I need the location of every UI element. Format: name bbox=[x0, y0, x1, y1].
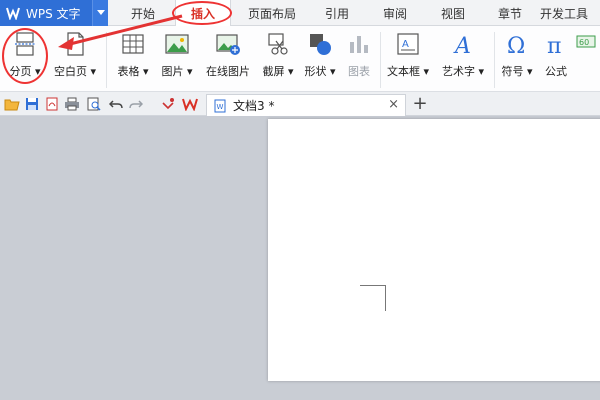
picture-button[interactable]: 图片 ▾ bbox=[156, 26, 198, 92]
svg-text:π: π bbox=[547, 34, 561, 57]
symbol-button[interactable]: Ω 符号 ▾ bbox=[498, 26, 536, 92]
print-icon[interactable] bbox=[64, 96, 80, 112]
quick-access-toolbar: W 文档3 * × + bbox=[0, 92, 600, 116]
customize-toolbar-icon[interactable] bbox=[160, 96, 176, 112]
omega-symbol-icon: Ω bbox=[507, 34, 525, 57]
picture-label: 图片 ▾ bbox=[161, 65, 193, 78]
ribbon-divider bbox=[106, 32, 107, 88]
word-art-icon: A bbox=[453, 34, 471, 57]
export-pdf-icon[interactable] bbox=[44, 96, 60, 112]
print-preview-icon[interactable] bbox=[86, 96, 102, 112]
screenshot-button[interactable]: 截屏 ▾ bbox=[258, 26, 298, 92]
svg-text:Ω: Ω bbox=[507, 34, 525, 57]
shapes-label: 形状 ▾ bbox=[304, 65, 336, 78]
screenshot-label: 截屏 ▾ bbox=[262, 65, 294, 78]
annotation-circle-insert-tab bbox=[172, 1, 232, 25]
svg-text:A: A bbox=[402, 39, 409, 50]
redo-icon[interactable] bbox=[128, 96, 144, 112]
ribbon-divider bbox=[380, 32, 381, 88]
svg-text:A: A bbox=[453, 34, 471, 57]
symbol-label: 符号 ▾ bbox=[501, 65, 533, 78]
online-picture-icon bbox=[216, 34, 240, 55]
tab-view[interactable]: 视图 bbox=[428, 0, 478, 26]
table-label: 表格 ▾ bbox=[117, 65, 149, 78]
table-icon bbox=[122, 34, 144, 54]
annotation-circle-page-break bbox=[2, 28, 48, 84]
insert-ribbon: 分页 ▾ 空白页 ▾ 表格 ▾ 图片 ▾ 在线图片 截屏 ▾ 形状 ▾ 图表 A… bbox=[0, 26, 600, 92]
tab-home[interactable]: 开始 bbox=[118, 0, 168, 26]
document-tab[interactable]: W 文档3 * × bbox=[206, 94, 406, 116]
pi-equation-icon: π bbox=[547, 34, 561, 57]
margin-corner-mark bbox=[360, 285, 386, 311]
document-tab-title: 文档3 * bbox=[233, 99, 275, 113]
new-tab-button[interactable]: + bbox=[410, 93, 430, 114]
chart-button[interactable]: 图表 bbox=[342, 26, 376, 92]
ribbon-divider bbox=[494, 32, 495, 88]
shapes-icon bbox=[310, 34, 331, 55]
word-art-button[interactable]: A 艺术字 ▾ bbox=[436, 26, 490, 92]
app-menu-caret-icon[interactable] bbox=[92, 0, 108, 26]
wps-docer-icon[interactable] bbox=[182, 96, 198, 112]
equation-label: 公式 bbox=[545, 65, 567, 78]
document-file-icon: W bbox=[214, 99, 226, 112]
app-menu-button[interactable]: WPS 文字 bbox=[0, 0, 108, 26]
app-title: WPS 文字 bbox=[26, 6, 81, 21]
document-canvas[interactable] bbox=[0, 117, 600, 400]
picture-icon bbox=[165, 34, 189, 54]
blank-page-label: 空白页 ▾ bbox=[53, 65, 97, 78]
close-tab-icon[interactable]: × bbox=[388, 97, 399, 112]
open-folder-icon[interactable] bbox=[4, 96, 20, 112]
table-button[interactable]: 表格 ▾ bbox=[112, 26, 154, 92]
text-box-label: 文本框 ▾ bbox=[386, 65, 430, 78]
equation-button[interactable]: π 公式 bbox=[538, 26, 574, 92]
svg-text:60: 60 bbox=[579, 38, 589, 47]
insert-number-button[interactable]: 60 bbox=[576, 26, 600, 92]
tab-developer[interactable]: 开发工具 bbox=[540, 0, 600, 26]
chart-label: 图表 bbox=[348, 65, 370, 78]
online-picture-button[interactable]: 在线图片 bbox=[200, 26, 256, 92]
tab-references[interactable]: 引用 bbox=[312, 0, 362, 26]
word-art-label: 艺术字 ▾ bbox=[441, 65, 485, 78]
blank-page-button[interactable]: 空白页 ▾ bbox=[50, 26, 100, 92]
wps-writer-window: WPS 文字 开始 插入 页面布局 引用 审阅 视图 章节 开发工具 分页 ▾ bbox=[0, 0, 600, 400]
tab-page-layout[interactable]: 页面布局 bbox=[240, 0, 304, 26]
document-page[interactable] bbox=[268, 119, 600, 381]
number-icon: 60 bbox=[576, 35, 596, 48]
undo-icon[interactable] bbox=[108, 96, 124, 112]
text-box-button[interactable]: A 文本框 ▾ bbox=[384, 26, 432, 92]
online-picture-label: 在线图片 bbox=[206, 65, 250, 78]
tab-chapter[interactable]: 章节 bbox=[486, 0, 534, 26]
menu-bar: WPS 文字 开始 插入 页面布局 引用 审阅 视图 章节 开发工具 bbox=[0, 0, 600, 27]
screenshot-icon bbox=[268, 33, 288, 55]
text-box-icon: A bbox=[397, 33, 419, 55]
wps-logo-icon bbox=[6, 7, 20, 20]
chart-icon bbox=[350, 36, 368, 53]
tab-review[interactable]: 审阅 bbox=[370, 0, 420, 26]
shapes-button[interactable]: 形状 ▾ bbox=[300, 26, 340, 92]
save-icon[interactable] bbox=[24, 96, 40, 112]
blank-page-icon bbox=[67, 32, 84, 56]
svg-text:W: W bbox=[217, 103, 224, 111]
